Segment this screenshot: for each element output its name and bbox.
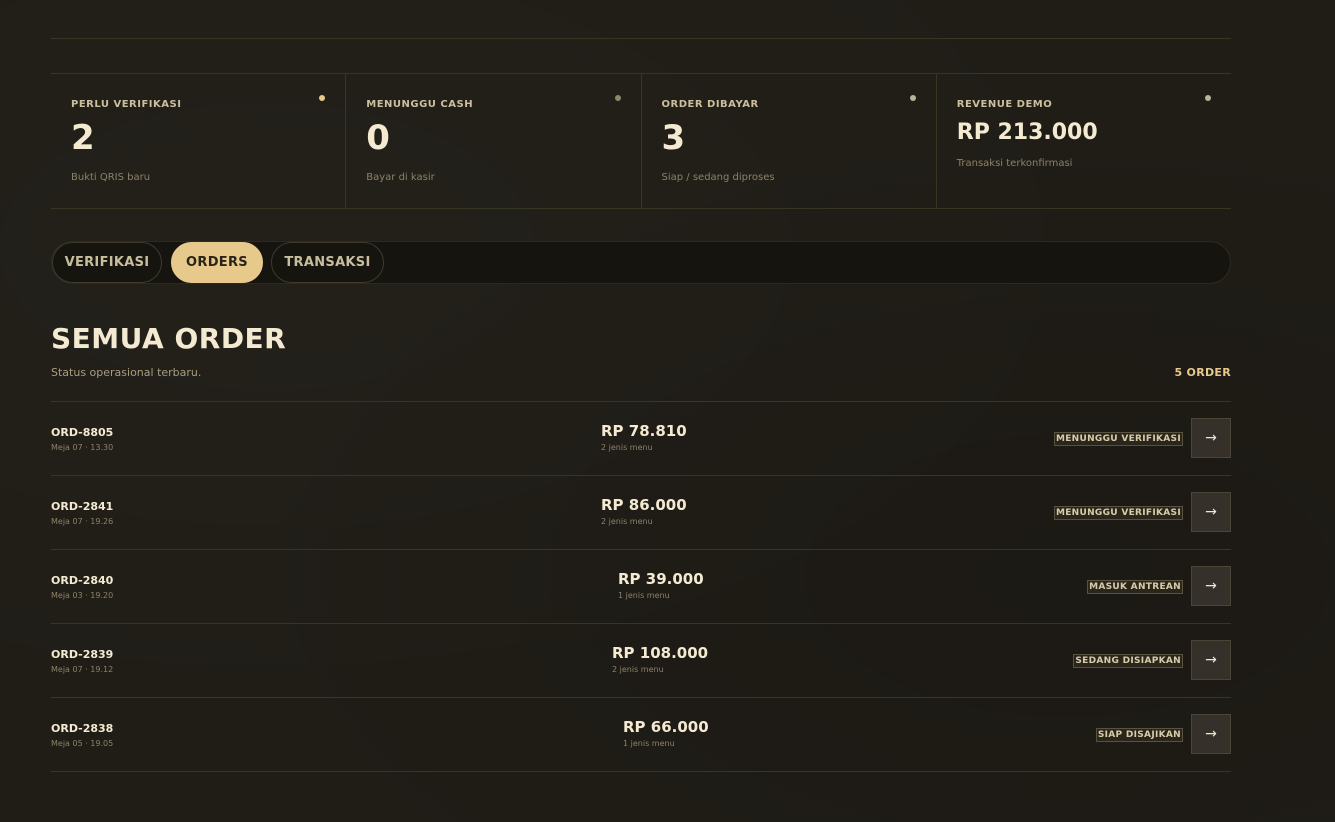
stat-card-perlu-verifikasi: PERLU VERIFIKASI 2 Bukti QRIS baru bbox=[51, 74, 347, 208]
stat-label: MENUNGGU CASH bbox=[366, 99, 474, 110]
order-meta: Meja 05 · 19.05 bbox=[51, 739, 114, 748]
table-row: ORD-2839 Meja 07 · 19.12 RP 108.000 2 je… bbox=[51, 624, 1231, 698]
order-items: 2 jenis menu bbox=[601, 443, 653, 452]
table-row: ORD-2840 Meja 03 · 19.20 RP 39.000 1 jen… bbox=[51, 550, 1231, 624]
tab-orders[interactable]: ORDERS bbox=[171, 242, 263, 283]
order-items: 2 jenis menu bbox=[612, 665, 664, 674]
stat-sub: Siap / sedang diproses bbox=[661, 172, 775, 183]
status-badge: SIAP DISAJIKAN bbox=[1095, 728, 1183, 742]
order-items: 2 jenis menu bbox=[601, 517, 653, 526]
arrow-right-icon[interactable]: → bbox=[1191, 418, 1231, 458]
arrow-right-icon[interactable]: → bbox=[1191, 714, 1231, 754]
table-row: ORD-8805 Meja 07 · 13.30 RP 78.810 2 jen… bbox=[51, 402, 1231, 476]
tab-bar: VERIFIKASI ORDERS TRANSAKSI bbox=[51, 241, 1231, 284]
stat-value: 2 bbox=[71, 118, 95, 158]
stat-value: 3 bbox=[661, 118, 686, 158]
top-divider bbox=[51, 38, 1231, 39]
stat-label: ORDER DIBAYAR bbox=[661, 99, 759, 110]
order-price: RP 39.000 bbox=[618, 570, 704, 588]
stat-value: RP 213.000 bbox=[956, 120, 1098, 145]
stats-row: PERLU VERIFIKASI 2 Bukti QRIS baru MENUN… bbox=[51, 73, 1231, 209]
order-items: 1 jenis menu bbox=[618, 591, 670, 600]
order-count-badge: 5 ORDER bbox=[1174, 366, 1231, 379]
stat-card-order-dibayar: ORDER DIBAYAR 3 Siap / sedang diproses bbox=[642, 74, 937, 208]
order-id: ORD-8805 bbox=[51, 426, 114, 439]
order-price: RP 86.000 bbox=[601, 496, 687, 514]
tab-verifikasi[interactable]: VERIFIKASI bbox=[52, 242, 162, 283]
arrow-right-icon[interactable]: → bbox=[1191, 492, 1231, 532]
stat-card-menunggu-cash: MENUNGGU CASH 0 Bayar di kasir bbox=[346, 74, 642, 208]
order-price: RP 66.000 bbox=[623, 718, 709, 736]
stat-label: PERLU VERIFIKASI bbox=[71, 99, 182, 110]
order-price: RP 78.810 bbox=[601, 422, 687, 440]
order-id: ORD-2840 bbox=[51, 574, 114, 587]
status-dot-icon bbox=[1205, 95, 1211, 101]
stat-label: REVENUE DEMO bbox=[956, 99, 1053, 110]
status-dot-icon bbox=[909, 95, 916, 101]
stat-sub: Transaksi terkonfirmasi bbox=[956, 158, 1073, 169]
order-price: RP 108.000 bbox=[612, 644, 709, 662]
order-id: ORD-2838 bbox=[51, 722, 114, 735]
arrow-right-icon[interactable]: → bbox=[1191, 640, 1231, 680]
status-badge: MASUK ANTREAN bbox=[1087, 580, 1183, 594]
order-items: 1 jenis menu bbox=[623, 739, 675, 748]
stat-value: 0 bbox=[366, 118, 390, 158]
order-meta: Meja 07 · 19.26 bbox=[51, 517, 114, 526]
table-row: ORD-2841 Meja 07 · 19.26 RP 86.000 2 jen… bbox=[51, 476, 1231, 550]
order-meta: Meja 03 · 19.20 bbox=[51, 591, 114, 600]
page-title: SEMUA ORDER bbox=[51, 322, 287, 355]
status-badge: MENUNGGU VERIFIKASI bbox=[1053, 506, 1183, 520]
tab-transaksi[interactable]: TRANSAKSI bbox=[271, 242, 384, 283]
page-subtitle: Status operasional terbaru. bbox=[51, 366, 202, 379]
order-list: ORD-8805 Meja 07 · 13.30 RP 78.810 2 jen… bbox=[51, 401, 1231, 772]
status-badge: SEDANG DISIAPKAN bbox=[1073, 654, 1183, 668]
stat-sub: Bayar di kasir bbox=[366, 172, 435, 183]
status-dot-icon bbox=[614, 95, 621, 101]
stat-sub: Bukti QRIS baru bbox=[71, 172, 151, 183]
order-meta: Meja 07 · 19.12 bbox=[51, 665, 114, 674]
order-id: ORD-2841 bbox=[51, 500, 114, 513]
status-badge: MENUNGGU VERIFIKASI bbox=[1053, 432, 1183, 446]
table-row: ORD-2838 Meja 05 · 19.05 RP 66.000 1 jen… bbox=[51, 698, 1231, 772]
order-id: ORD-2839 bbox=[51, 648, 114, 661]
order-meta: Meja 07 · 13.30 bbox=[51, 443, 114, 452]
stat-card-revenue-demo: REVENUE DEMO RP 213.000 Transaksi terkon… bbox=[937, 74, 1231, 208]
arrow-right-icon[interactable]: → bbox=[1191, 566, 1231, 606]
